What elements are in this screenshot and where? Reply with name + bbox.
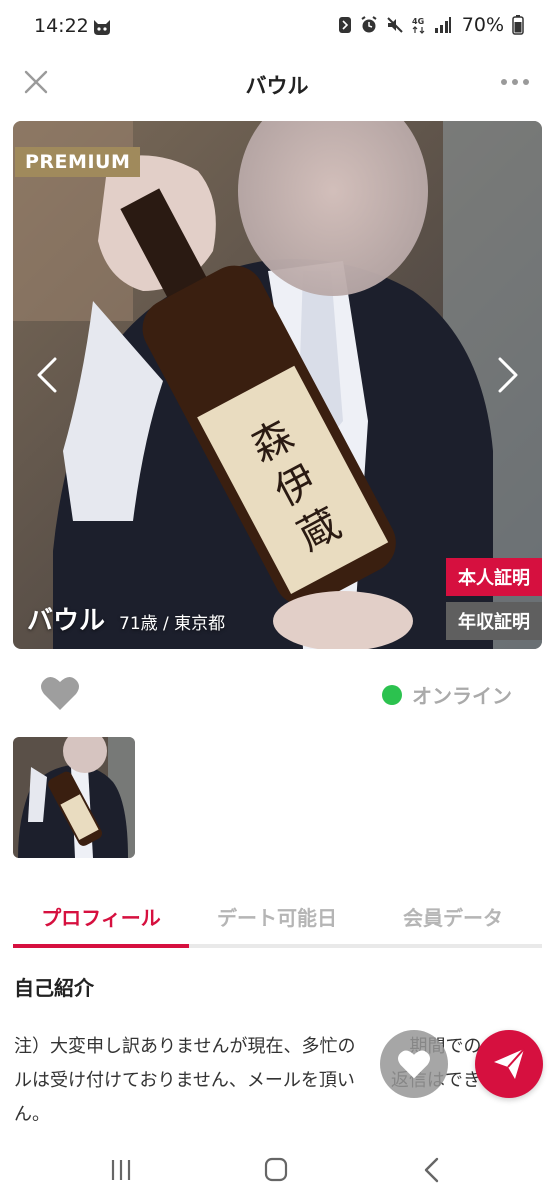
alarm-icon <box>361 16 377 33</box>
recents-icon[interactable] <box>101 1156 141 1184</box>
id-verified-badge: 本人証明 <box>446 558 542 596</box>
section-title: 自己紹介 <box>14 976 94 1000</box>
battery-icon <box>512 15 524 35</box>
heart-icon[interactable] <box>40 674 80 712</box>
cat-notification-icon <box>94 20 110 35</box>
more-icon[interactable] <box>498 68 532 96</box>
online-label: オンライン <box>412 684 512 708</box>
message-fab-button[interactable] <box>475 1030 543 1098</box>
profile-name: バウル <box>27 606 106 636</box>
tab-profile[interactable]: プロフィール <box>13 888 189 948</box>
home-icon[interactable] <box>256 1156 296 1184</box>
mute-icon <box>387 17 403 33</box>
photo-caption: バウル 71歳 / 東京都 <box>27 600 225 637</box>
nfc-icon <box>338 17 351 33</box>
profile-tabs: プロフィール デート可能日 会員データ <box>13 888 542 948</box>
chevron-right-icon[interactable] <box>488 353 528 397</box>
thumbnail-image <box>13 737 135 858</box>
battery-percent: 70% <box>461 14 504 36</box>
header: バウル <box>0 56 554 112</box>
photo-thumbnail[interactable] <box>13 737 135 858</box>
chevron-left-icon[interactable] <box>27 353 67 397</box>
system-nav-bar <box>0 1140 554 1200</box>
status-bar: 14:22 4G 70% <box>0 0 554 56</box>
tab-member-data[interactable]: 会員データ <box>365 888 541 944</box>
svg-text:4G: 4G <box>412 17 424 26</box>
profile-photo[interactable]: 森 伊 蔵 PREMIUM バウル 71歳 / 東京都 本人証明 年収証明 <box>13 121 542 649</box>
online-dot <box>382 684 402 705</box>
profile-meta: 71歳 / 東京都 <box>119 614 226 634</box>
like-fab-button[interactable] <box>380 1030 448 1098</box>
status-icons: 4G 70% <box>338 14 524 36</box>
paper-plane-icon <box>494 1048 525 1079</box>
income-verified-badge: 年収証明 <box>446 602 542 640</box>
self-intro-text: 注）大変申し訳ありませんが現在、多忙の 期間でのメールは受け付けておりません、メ… <box>14 1036 518 1125</box>
premium-badge: PREMIUM <box>15 147 141 177</box>
page-title: バウル <box>245 74 309 98</box>
online-status: オンライン <box>382 680 512 709</box>
heart-icon <box>398 1050 430 1079</box>
signal-icon <box>434 17 451 33</box>
network-4g-icon: 4G <box>412 17 425 34</box>
back-icon[interactable] <box>412 1156 452 1184</box>
status-time: 14:22 <box>34 15 89 37</box>
tab-date-availability[interactable]: デート可能日 <box>189 888 365 944</box>
